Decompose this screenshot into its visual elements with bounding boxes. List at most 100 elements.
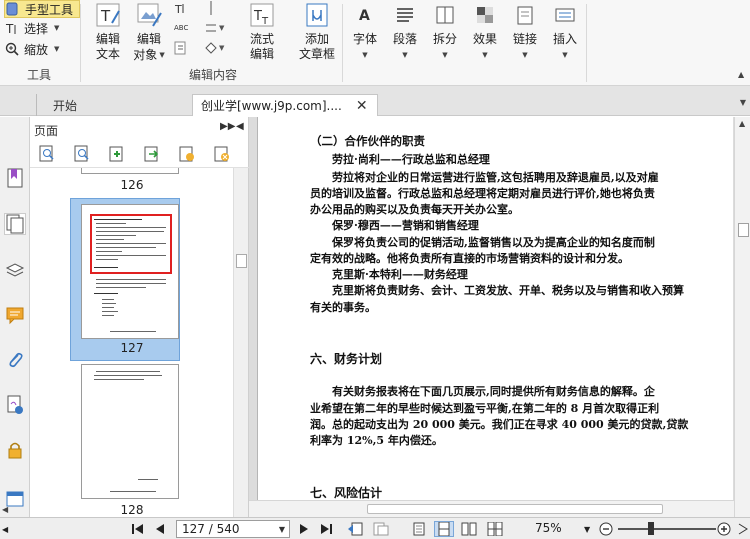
split-icon (430, 0, 460, 30)
heading-risk-assessment: 七、风险估计 (310, 486, 383, 500)
font-button[interactable]: A 字体 ▼ (350, 0, 380, 63)
insert-page-icon[interactable] (108, 145, 126, 163)
edit-object-button[interactable]: 编辑 对象 ▼ (132, 0, 166, 63)
continuous-page-icon (438, 522, 450, 536)
font-icon: A (350, 0, 380, 30)
scroll-up-icon[interactable]: ▲ (739, 119, 745, 128)
previous-page-button[interactable] (152, 521, 168, 537)
attachment-icon[interactable] (4, 349, 26, 371)
status-bar: ◀ 127 / 540 ▼ 75% ▼ (0, 517, 750, 539)
insert-button[interactable]: 插入 ▼ (550, 0, 580, 63)
flow-edit-button[interactable]: TT 流式 编辑 (246, 0, 278, 62)
page-thumbnail-127[interactable] (81, 204, 179, 339)
hand-icon (5, 1, 21, 17)
scrollbar-thumb[interactable] (236, 254, 247, 268)
comments-icon[interactable] (4, 304, 26, 326)
flow-edit-icon: TT (247, 0, 277, 30)
first-page-button[interactable] (130, 521, 146, 537)
flow-edit-label-1: 流式 (249, 32, 274, 46)
section-heading: （二）合作伙伴的职责 (310, 134, 425, 148)
horizontal-scrollbar[interactable] (249, 500, 734, 517)
page-number-field[interactable]: 127 / 540 ▼ (176, 520, 290, 538)
paragraph-button[interactable]: 段落 ▼ (390, 0, 420, 63)
spell-check-icon[interactable]: ABC (174, 20, 196, 36)
shape-icon[interactable]: ▼ (204, 40, 226, 56)
scrollbar-thumb[interactable] (738, 223, 749, 237)
delete-page-icon[interactable] (213, 145, 231, 163)
collapse-rail-icon[interactable]: ◀ (2, 505, 8, 514)
chevron-down-icon: ▼ (482, 51, 488, 59)
ribbon-divider (586, 4, 587, 82)
align-icon[interactable] (204, 0, 226, 16)
zoom-slider-track[interactable] (618, 528, 716, 530)
bookmark-icon[interactable] (4, 167, 26, 189)
thumbnails-list: 126 127 128 (30, 168, 234, 517)
vertical-scrollbar[interactable]: ▲ (734, 117, 750, 517)
edit-text-button[interactable]: T 编辑 文本 (92, 0, 124, 62)
single-page-view-button[interactable] (410, 521, 428, 537)
svg-text:T: T (174, 3, 182, 15)
continuous-facing-icon (487, 522, 503, 536)
svg-text:T: T (261, 16, 269, 27)
transform-icon[interactable] (174, 40, 196, 56)
edit-object-label-1: 编辑 (136, 32, 161, 46)
expand-panel-icon[interactable]: ▶▶ (220, 121, 235, 132)
zoom-dropdown-icon[interactable]: ▼ (584, 521, 590, 537)
signature-icon[interactable] (4, 394, 26, 416)
tab-start-label: 开始 (53, 98, 78, 113)
layers-icon[interactable] (4, 259, 26, 281)
zoom-tool-button[interactable]: 缩放 ▼ (4, 40, 59, 58)
edit-text-icon: T (93, 0, 123, 30)
continuous-view-button[interactable] (434, 521, 454, 537)
tools-group-label: 工具 (26, 68, 51, 82)
panel-scrollbar[interactable] (233, 168, 248, 517)
tab-start[interactable]: 开始 (36, 94, 186, 116)
scrollbar-thumb[interactable] (367, 504, 663, 514)
previous-view-button[interactable] (346, 521, 364, 537)
continuous-facing-view-button[interactable] (486, 521, 504, 537)
zoom-out-thumbnails-icon[interactable] (73, 145, 91, 163)
zoom-out-button[interactable] (598, 521, 614, 537)
next-view-button[interactable] (372, 521, 390, 537)
zoom-in-button[interactable] (716, 521, 732, 537)
thumb-label-127: 127 (120, 341, 144, 355)
add-page-icon[interactable] (178, 145, 196, 163)
split-button[interactable]: 拆分 ▼ (430, 0, 460, 63)
chevron-down-icon[interactable]: ▼ (740, 98, 746, 107)
link-button[interactable]: 链接 ▼ (510, 0, 540, 63)
insert-label: 插入 (552, 32, 577, 46)
fullscreen-icon[interactable] (738, 521, 748, 537)
chevron-down-icon: ▼ (362, 51, 368, 59)
svg-text:T: T (100, 7, 111, 25)
hand-tool-button[interactable]: 手型工具 (4, 0, 81, 18)
svg-text:T: T (253, 9, 262, 24)
text-format-icon[interactable]: T (174, 0, 196, 16)
pages-icon[interactable] (4, 213, 26, 235)
effect-button[interactable]: 效果 ▼ (470, 0, 500, 63)
zoom-slider-handle[interactable] (648, 522, 654, 535)
close-icon[interactable]: ✕ (356, 98, 368, 114)
page-thumbnail-126[interactable] (81, 168, 179, 174)
last-page-icon (321, 524, 332, 534)
ribbon-collapse-icon[interactable]: ▲ (738, 70, 744, 79)
chevron-down-icon: ▼ (54, 24, 60, 32)
add-textbox-button[interactable]: 添加 文章框 (296, 0, 338, 62)
collapse-panel-icon[interactable]: ◀ (2, 521, 8, 537)
collapse-panel-icon[interactable]: ◀ (236, 121, 244, 132)
zoom-level[interactable]: 75% (535, 521, 562, 535)
tab-document[interactable]: 创业学[www.j9p.com].... ✕ (192, 94, 378, 116)
page-thumbnail-128[interactable] (81, 364, 179, 499)
facing-view-button[interactable] (460, 521, 478, 537)
previous-page-icon (156, 524, 164, 534)
text-cursor-icon: T (4, 20, 20, 36)
extract-page-icon[interactable] (143, 145, 161, 163)
arrange-icon[interactable]: ▼ (204, 20, 226, 36)
last-page-button[interactable] (318, 521, 334, 537)
thumbnail-toolbar (38, 145, 231, 163)
text-line: 克里斯将负责财务、会计、工资发放、开单、税务以及与销售和收入预算 (332, 284, 684, 297)
lock-icon[interactable] (4, 439, 26, 461)
zoom-in-thumbnails-icon[interactable] (38, 145, 56, 163)
next-page-button[interactable] (296, 521, 312, 537)
select-tool-button[interactable]: T 选择 ▼ (4, 19, 59, 37)
first-page-icon (132, 524, 143, 534)
